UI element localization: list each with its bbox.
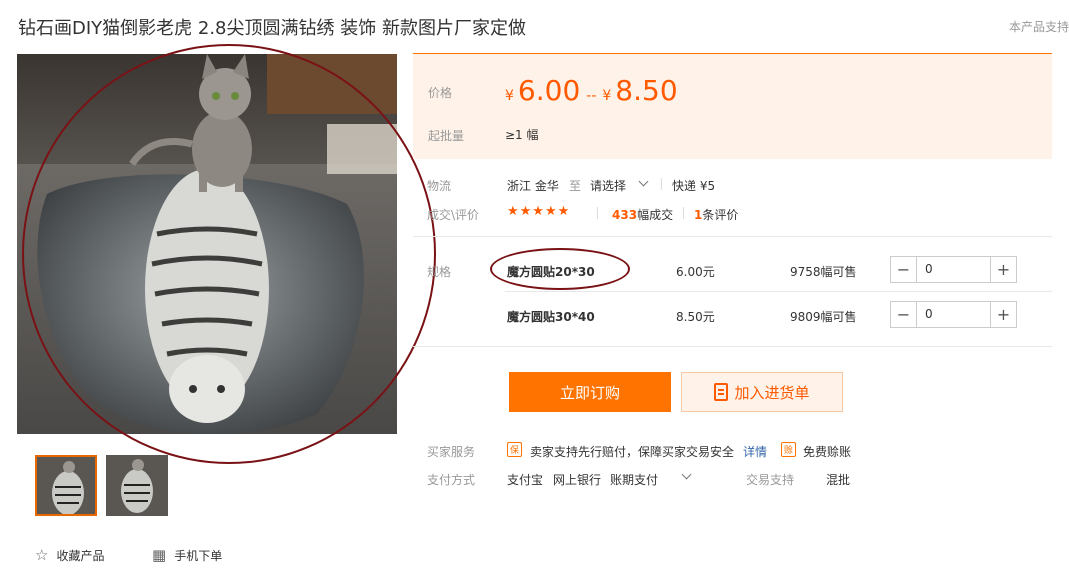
quantity-stepper: − 0 + xyxy=(890,301,1017,328)
min-batch-label: 起批量 xyxy=(428,129,465,143)
min-batch-value: ≥1 幅 xyxy=(505,128,539,142)
credit-icon: 赊 xyxy=(781,442,796,457)
service-detail-link[interactable]: 详情 xyxy=(743,443,767,460)
row-divider xyxy=(505,291,1052,292)
mobile-order-label: 手机下单 xyxy=(174,549,223,563)
express-fee: 快递 ¥5 xyxy=(672,179,716,193)
sku-stock: 9809幅可售 xyxy=(790,310,857,324)
price-label: 价格 xyxy=(428,86,453,100)
favorite-button[interactable]: ☆ 收藏产品 xyxy=(35,547,104,564)
section-divider xyxy=(413,236,1052,237)
payment-method-credit: 账期支付 xyxy=(610,473,659,487)
increment-button[interactable]: + xyxy=(990,302,1016,327)
product-main-image[interactable] xyxy=(17,54,397,434)
thumbnail-1[interactable] xyxy=(35,455,97,516)
price-panel: 价格 ¥ 6.00 -- ¥ 8.50 起批量 ≥1 幅 xyxy=(413,53,1052,159)
service-credit-text: 免费赊账 xyxy=(803,445,852,459)
section-divider xyxy=(413,346,1052,347)
quantity-input[interactable]: 0 xyxy=(917,302,990,327)
thumbnail-2[interactable] xyxy=(106,455,168,516)
sku-price: 8.50元 xyxy=(676,310,715,324)
chevron-down-icon[interactable] xyxy=(681,469,692,480)
sku-stock: 9758幅可售 xyxy=(790,265,857,279)
increment-button[interactable]: + xyxy=(990,257,1016,282)
price-high: 8.50 xyxy=(615,74,678,107)
service-label: 买家服务 xyxy=(427,445,476,459)
divider xyxy=(683,207,684,219)
clipboard-icon xyxy=(714,383,729,401)
price-range: ¥ 6.00 -- ¥ 8.50 xyxy=(505,74,678,107)
payment-method-bank: 网上银行 xyxy=(553,473,602,487)
star-outline-icon: ☆ xyxy=(35,546,49,564)
spec-label: 规格 xyxy=(427,265,452,279)
payment-label: 支付方式 xyxy=(427,473,476,487)
qr-code-icon: ▦ xyxy=(152,546,167,564)
price-low: 6.00 xyxy=(517,74,581,107)
chevron-down-icon[interactable] xyxy=(638,176,649,187)
sku-price: 6.00元 xyxy=(676,265,715,279)
quantity-input[interactable]: 0 xyxy=(917,257,990,282)
review-count[interactable]: 1条评价 xyxy=(694,206,738,223)
product-title: 钻石画DIY猫倒影老虎 2.8尖顶圆满钻绣 装饰 新款图片厂家定做 xyxy=(18,18,526,39)
add-to-list-button[interactable]: 加入进货单 xyxy=(681,372,843,412)
sku-name: 魔方圆贴30*40 xyxy=(507,310,595,324)
rating-stars: ★★★★★ xyxy=(507,204,571,219)
divider xyxy=(661,178,662,190)
mobile-order-button[interactable]: ▦ 手机下单 xyxy=(152,547,222,564)
deals-label: 成交\评价 xyxy=(427,208,480,222)
support-hint: 本产品支持 xyxy=(1008,20,1069,34)
trade-support-label: 交易支持 xyxy=(746,473,795,487)
add-to-list-label: 加入进货单 xyxy=(734,383,810,402)
logistics-to: 至 xyxy=(569,179,582,193)
service-guarantee-text: 卖家支持先行赔付，保障买家交易安全 xyxy=(530,445,735,459)
favorite-label: 收藏产品 xyxy=(56,549,105,563)
logistics-label: 物流 xyxy=(427,179,452,193)
decrement-button[interactable]: − xyxy=(891,302,917,327)
divider xyxy=(597,207,598,219)
payment-method-alipay: 支付宝 xyxy=(507,473,544,487)
logistics-origin: 浙江 金华 xyxy=(507,179,559,193)
destination-select[interactable]: 请选择 xyxy=(590,177,626,194)
sku-name: 魔方圆贴20*30 xyxy=(507,265,595,279)
decrement-button[interactable]: − xyxy=(891,257,917,282)
trade-support-value: 混批 xyxy=(826,473,851,487)
buy-now-button[interactable]: 立即订购 xyxy=(509,372,671,412)
guarantee-icon: 保 xyxy=(507,442,522,457)
deal-count[interactable]: 433幅成交 xyxy=(612,206,673,223)
quantity-stepper: − 0 + xyxy=(890,256,1017,283)
